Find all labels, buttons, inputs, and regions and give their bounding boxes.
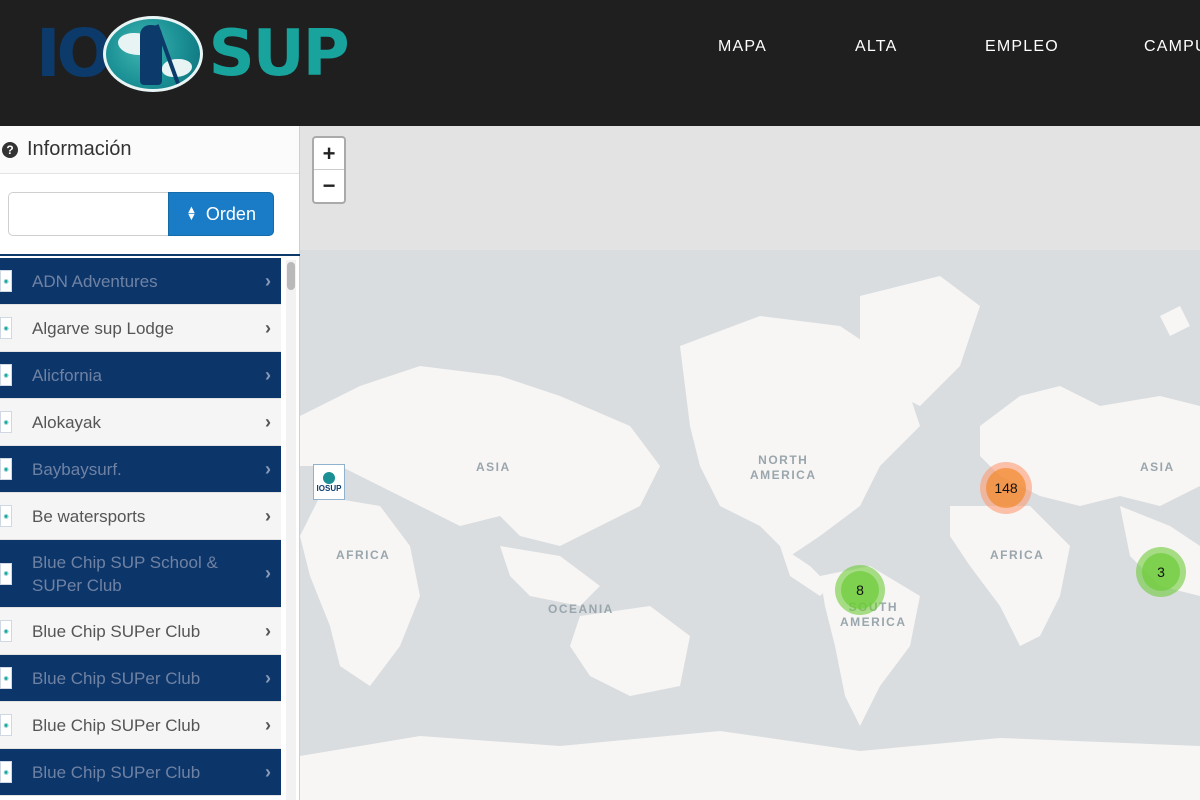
iosup-thumb-icon: ◉ (0, 620, 12, 642)
scrollbar-thumb[interactable] (287, 262, 295, 290)
nav-alta[interactable]: ALTA (855, 38, 897, 56)
globe-icon (323, 471, 335, 484)
chevron-right-icon: › (265, 667, 271, 688)
list-item[interactable]: ◉ Blue Chip SUPer Club › (0, 702, 281, 749)
zoom-in-button[interactable]: + (314, 138, 344, 170)
order-button[interactable]: ▲ ▼ Orden (168, 192, 274, 236)
iosup-thumb-icon: ◉ (0, 714, 12, 736)
school-list: ◉ ADN Adventures › ◉ Algarve sup Lodge › ◉ Alic… (0, 254, 300, 800)
list-item-label: Blue Chip SUP School & SUPer Club (32, 552, 218, 595)
iosup-thumb-icon: ◉ (0, 562, 12, 585)
iosup-thumb-icon: ◉ (0, 317, 12, 339)
cluster-marker-south-america[interactable]: 8 (835, 565, 885, 615)
sort-icon: ▲ ▼ (186, 204, 197, 223)
iosup-thumb-icon: ◉ (0, 270, 12, 292)
iosup-thumb-icon: ◉ (0, 411, 12, 433)
iosup-thumb-icon: ◉ (0, 667, 12, 689)
map-label-asia-east: ASIA (1140, 460, 1175, 474)
cluster-count: 3 (1142, 553, 1180, 591)
cluster-marker-asia[interactable]: 3 (1136, 547, 1186, 597)
cluster-marker-europe[interactable]: 148 (980, 462, 1032, 514)
cluster-count: 8 (841, 571, 879, 609)
map-label-north-america: NORTH AMERICA (750, 453, 817, 482)
world-map[interactable]: ASIA NORTH AMERICA AFRICA OCEANIA SOUTH … (300, 126, 1200, 800)
list-item[interactable]: ◉ Alicfornia › (0, 352, 281, 399)
list-item-label: Baybaysurf. (32, 459, 122, 479)
list-item[interactable]: ◉ Be watersports › (0, 493, 281, 540)
list-item-label: Blue Chip SUPer Club (32, 762, 201, 782)
list-item[interactable]: ◉ Blue Chip SUPer Club › (0, 655, 281, 702)
site-header: IO SUP MAPA ALTA EMPLEO CAMPU (0, 0, 1200, 126)
chevron-right-icon: › (265, 317, 271, 338)
iosup-thumb-icon: ◉ (0, 505, 12, 527)
list-item[interactable]: ◉ Blue Chip SUPer Club › (0, 749, 281, 796)
list-item[interactable]: ◉ ADN Adventures › (0, 258, 281, 305)
chevron-right-icon: › (265, 411, 271, 432)
chevron-right-icon: › (265, 364, 271, 385)
nav-mapa[interactable]: MAPA (718, 38, 767, 56)
order-label: Orden (205, 203, 256, 224)
chevron-right-icon: › (265, 620, 271, 641)
chevron-right-icon: › (265, 761, 271, 782)
map-label-africa-east: AFRICA (990, 548, 1045, 562)
list-item[interactable]: ◉ Alokayak › (0, 399, 281, 446)
map-label-asia: ASIA (476, 460, 511, 474)
iosup-map-marker[interactable]: IOSUP (313, 464, 345, 500)
iosup-thumb-icon: ◉ (0, 364, 12, 386)
chevron-right-icon: › (265, 458, 271, 479)
nav-campus[interactable]: CAMPU (1144, 38, 1200, 56)
chevron-right-icon: › (265, 714, 271, 735)
sidebar-title: Información (27, 138, 132, 160)
search-input[interactable] (8, 192, 168, 236)
list-item-label: ADN Adventures (32, 271, 158, 291)
chevron-right-icon: › (265, 563, 271, 583)
chevron-right-icon: › (265, 505, 271, 526)
iosup-thumb-icon: ◉ (0, 458, 12, 480)
main-nav: MAPA ALTA EMPLEO CAMPU (0, 38, 1200, 62)
list-item[interactable]: ◉ Baybaysurf. › (0, 446, 281, 493)
list-item-label: Alicfornia (32, 365, 102, 385)
sidebar-header: ? Información (0, 126, 299, 174)
list-item-label: Algarve sup Lodge (32, 318, 174, 338)
list-item[interactable]: ◉ Algarve sup Lodge › (0, 305, 281, 352)
search-order-bar: ▲ ▼ Orden (8, 192, 274, 236)
list-scrollbar[interactable] (286, 260, 296, 800)
marker-text: IOSUP (316, 483, 342, 493)
question-circle-icon: ? (2, 141, 18, 158)
list-item-label: Alokayak (32, 412, 101, 432)
list-item-label: Blue Chip SUPer Club (32, 621, 201, 641)
map-label-africa: AFRICA (336, 548, 391, 562)
info-sidebar: ? Información ▲ ▼ Orden ◉ ADN Adventures › ◉… (0, 126, 300, 800)
list-item-label: Be watersports (32, 506, 146, 526)
chevron-right-icon: › (265, 270, 271, 291)
map-label-oceania: OCEANIA (548, 602, 614, 616)
zoom-out-button[interactable]: − (314, 170, 344, 202)
list-item-label: Blue Chip SUPer Club (32, 715, 201, 735)
nav-empleo[interactable]: EMPLEO (985, 38, 1059, 56)
list-item-label: Blue Chip SUPer Club (32, 668, 201, 688)
list-item[interactable]: ◉ Blue Chip SUP School & SUPer Club › (0, 540, 281, 608)
iosup-thumb-icon: ◉ (0, 761, 12, 783)
zoom-control: + − (312, 136, 346, 204)
cluster-count: 148 (986, 468, 1026, 508)
list-item[interactable]: ◉ Blue Chip SUPer Club › (0, 608, 281, 655)
